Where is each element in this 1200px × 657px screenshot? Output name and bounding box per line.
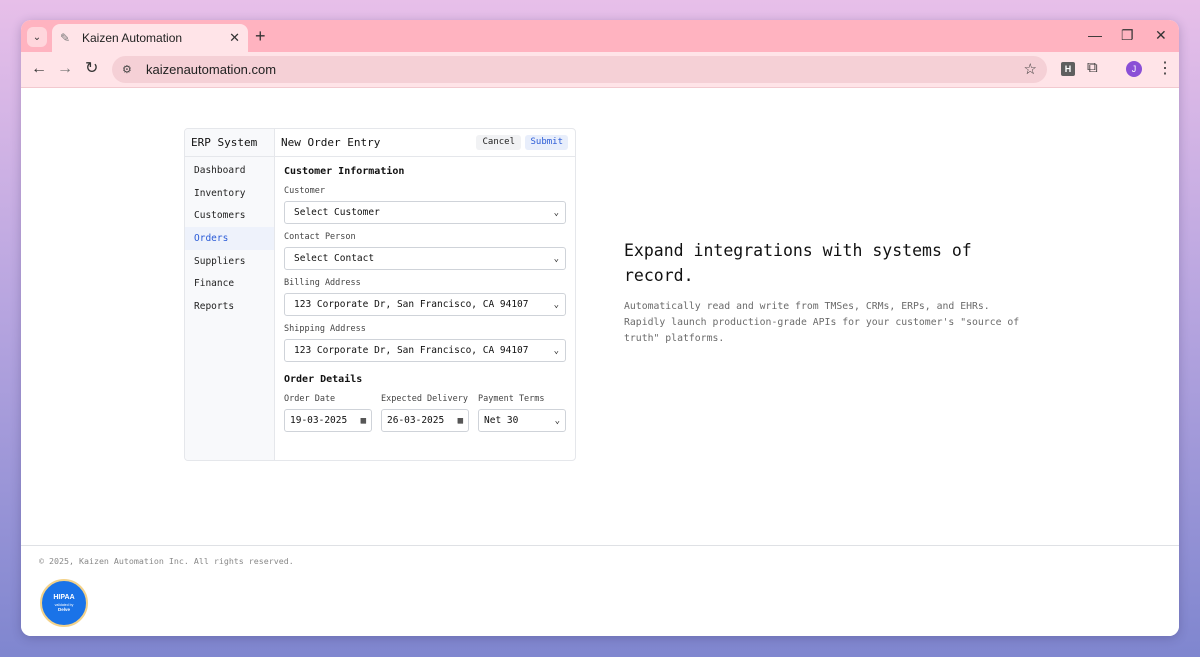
customer-label: Customer xyxy=(284,186,325,196)
sidebar-item-suppliers[interactable]: Suppliers xyxy=(185,250,274,273)
site-favicon-icon: ✎ xyxy=(60,31,71,45)
contact-select-value: Select Contact xyxy=(294,253,375,264)
erp-main: New Order Entry Cancel Submit Customer I… xyxy=(275,129,575,460)
badge-title: HIPAA xyxy=(53,594,75,601)
chevron-down-icon: ⌄ xyxy=(553,253,559,264)
payment-terms-select[interactable]: Net 30 ⌄ xyxy=(478,409,566,432)
submit-button[interactable]: Submit xyxy=(525,135,568,150)
payment-terms-col: Payment Terms Net 30 ⌄ xyxy=(478,394,566,440)
badge-brand: Delve xyxy=(57,607,70,612)
hipaa-badge[interactable]: HIPAA validated by Delve xyxy=(40,579,88,627)
customer-select-value: Select Customer xyxy=(294,207,380,218)
footer-divider xyxy=(21,545,1179,546)
order-date-label: Order Date xyxy=(284,394,336,404)
payment-terms-value: Net 30 xyxy=(484,415,519,426)
hero-subtitle: Automatically read and write from TMSes,… xyxy=(624,301,1020,344)
chevron-down-icon: ⌄ xyxy=(554,415,560,426)
hero-title: Expand integrations with systems of reco… xyxy=(624,241,972,285)
contact-label: Contact Person xyxy=(284,232,356,242)
back-arrow-icon[interactable]: ← xyxy=(31,60,47,78)
url-text: kaizenautomation.com xyxy=(146,62,277,77)
cancel-button[interactable]: Cancel xyxy=(476,135,521,150)
minimize-icon[interactable]: — xyxy=(1088,27,1102,43)
chevron-down-icon: ⌄ xyxy=(553,345,559,356)
forward-arrow-icon[interactable]: → xyxy=(57,60,73,78)
order-date-input[interactable]: 19-03-2025 ▦ xyxy=(284,409,372,432)
erp-brand: ERP System xyxy=(185,129,274,157)
more-menu-icon[interactable]: ⋮ xyxy=(1157,58,1173,78)
erp-nav: Dashboard Inventory Customers Orders Sup… xyxy=(185,157,274,318)
billing-label: Billing Address xyxy=(284,278,361,288)
erp-demo-panel: ERP System Dashboard Inventory Customers… xyxy=(184,128,576,461)
shipping-label: Shipping Address xyxy=(284,324,366,334)
delivery-date-value: 26-03-2025 xyxy=(387,415,445,426)
tab-search-button[interactable]: ⌄ xyxy=(27,27,47,47)
bookmark-star-icon[interactable]: ☆ xyxy=(1024,60,1037,78)
extensions-puzzle-icon[interactable]: ⧉ xyxy=(1087,59,1098,76)
copyright-text: © 2025, Kaizen Automation Inc. All right… xyxy=(39,556,294,566)
chevron-down-icon: ⌄ xyxy=(553,299,559,310)
billing-address-select[interactable]: 123 Corporate Dr, San Francisco, CA 9410… xyxy=(284,293,566,316)
sidebar-item-reports[interactable]: Reports xyxy=(185,295,274,318)
calendar-icon[interactable]: ▦ xyxy=(361,416,366,426)
new-tab-plus-icon[interactable]: + xyxy=(255,26,266,46)
profile-avatar[interactable]: J xyxy=(1126,61,1142,77)
delivery-date-label: Expected Delivery xyxy=(381,394,468,404)
sidebar-item-orders[interactable]: Orders xyxy=(185,227,274,250)
address-bar[interactable]: ⚙ kaizenautomation.com ☆ xyxy=(112,56,1047,83)
erp-header: New Order Entry Cancel Submit xyxy=(275,129,575,157)
sidebar-item-inventory[interactable]: Inventory xyxy=(185,182,274,205)
reload-icon[interactable]: ↻ xyxy=(85,60,98,78)
close-icon[interactable]: ✕ xyxy=(229,30,240,46)
calendar-icon[interactable]: ▦ xyxy=(458,416,463,426)
browser-toolbar: ← → ↻ ⚙ kaizenautomation.com ☆ H ⧉ J ⋮ xyxy=(21,52,1179,88)
delivery-date-input[interactable]: 26-03-2025 ▦ xyxy=(381,409,469,432)
restore-icon[interactable]: ❐ xyxy=(1121,27,1134,44)
order-section-title: Order Details xyxy=(284,374,363,385)
order-details-row: Order Date 19-03-2025 ▦ Expected Deliver… xyxy=(284,394,566,440)
browser-window: ⌄ ✎ Kaizen Automation ✕ + — ❐ ✕ ← → ↻ ⚙ … xyxy=(21,20,1179,636)
tab-strip: ⌄ ✎ Kaizen Automation ✕ + — ❐ ✕ xyxy=(21,20,1179,52)
payment-terms-label: Payment Terms xyxy=(478,394,545,404)
hero-section: Expand integrations with systems of reco… xyxy=(624,238,1024,347)
chevron-down-icon: ⌄ xyxy=(553,207,559,218)
order-date-value: 19-03-2025 xyxy=(290,415,348,426)
order-date-col: Order Date 19-03-2025 ▦ xyxy=(284,394,372,440)
tab-kaizen[interactable]: ✎ Kaizen Automation ✕ xyxy=(52,24,248,52)
page-title: New Order Entry xyxy=(281,136,381,149)
customer-select[interactable]: Select Customer ⌄ xyxy=(284,201,566,224)
order-form: Customer Information Customer Select Cus… xyxy=(275,157,575,440)
customer-section-title: Customer Information xyxy=(284,166,405,177)
erp-sidebar: ERP System Dashboard Inventory Customers… xyxy=(185,129,275,460)
extension-h-icon[interactable]: H xyxy=(1061,62,1075,76)
chevron-down-icon: ⌄ xyxy=(32,31,42,43)
billing-address-value: 123 Corporate Dr, San Francisco, CA 9410… xyxy=(294,299,529,310)
sidebar-item-dashboard[interactable]: Dashboard xyxy=(185,159,274,182)
sidebar-item-customers[interactable]: Customers xyxy=(185,204,274,227)
shipping-address-select[interactable]: 123 Corporate Dr, San Francisco, CA 9410… xyxy=(284,339,566,362)
contact-select[interactable]: Select Contact ⌄ xyxy=(284,247,566,270)
page-content: ERP System Dashboard Inventory Customers… xyxy=(21,88,1179,636)
sidebar-item-finance[interactable]: Finance xyxy=(185,272,274,295)
tab-title: Kaizen Automation xyxy=(82,31,183,45)
shipping-address-value: 123 Corporate Dr, San Francisco, CA 9410… xyxy=(294,345,529,356)
delivery-date-col: Expected Delivery 26-03-2025 ▦ xyxy=(381,394,469,440)
site-settings-icon[interactable]: ⚙ xyxy=(122,63,138,76)
window-close-icon[interactable]: ✕ xyxy=(1155,27,1167,44)
